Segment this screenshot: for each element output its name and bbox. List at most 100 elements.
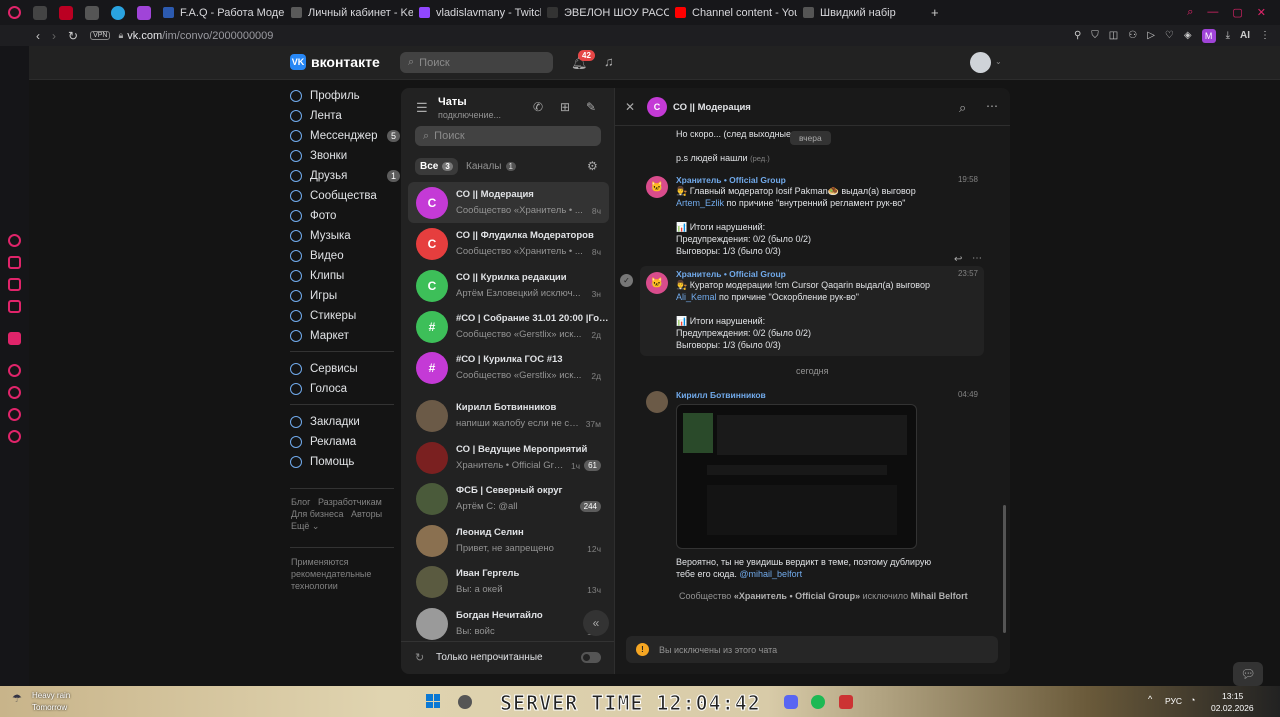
- weather-text[interactable]: Heavy rain: [32, 691, 70, 700]
- player-icon[interactable]: ▷: [1147, 30, 1155, 41]
- vk-extension-icon[interactable]: ◈: [1184, 30, 1192, 41]
- music-icon[interactable]: ♫: [604, 54, 614, 69]
- footer-dev[interactable]: Разработчикам: [318, 497, 382, 507]
- clock-date[interactable]: 02.02.2026: [1211, 703, 1254, 713]
- nav-item[interactable]: Маркет: [290, 326, 400, 346]
- screenshot-attachment[interactable]: [676, 404, 917, 549]
- pin-icon[interactable]: ⚲: [1074, 30, 1081, 41]
- snapshot-icon[interactable]: ◫: [1109, 30, 1118, 41]
- discord-icon[interactable]: [784, 695, 798, 709]
- nav-item[interactable]: Мессенджер 5: [290, 126, 400, 146]
- maximize-icon[interactable]: ▢: [1232, 6, 1242, 19]
- select-message-check-icon[interactable]: ✓: [620, 274, 633, 287]
- message-author[interactable]: Кирилл Ботвинников: [676, 390, 982, 400]
- nav-item[interactable]: Клипы: [290, 266, 400, 286]
- footer-blog[interactable]: Блог: [291, 497, 310, 507]
- nav-item[interactable]: Видео: [290, 246, 400, 266]
- heart-icon[interactable]: ♡: [1165, 30, 1174, 41]
- message-author[interactable]: Хранитель • Official Group: [676, 269, 982, 279]
- taskbar-app-icon[interactable]: [839, 695, 853, 709]
- aria-icon[interactable]: [8, 234, 21, 247]
- telegram-icon[interactable]: [111, 5, 125, 20]
- profile-avatar[interactable]: M: [1201, 28, 1216, 43]
- chat-list-item[interactable]: Богдан НечитайлоВы: войс15ч: [408, 603, 609, 644]
- chat-list-item[interactable]: С СО || Модерация Сообщество «Хранитель • …: [408, 182, 609, 223]
- vk-search-input[interactable]: ⌕ Поиск: [400, 52, 553, 73]
- user-avatar[interactable]: [970, 52, 991, 73]
- url-text[interactable]: vk.com/im/convo/2000000009: [127, 30, 273, 42]
- conversation-search-icon[interactable]: ⌕: [959, 100, 966, 116]
- message-more-icon[interactable]: ⋯: [972, 253, 982, 264]
- nav-item[interactable]: Профиль: [290, 86, 400, 106]
- search-icon[interactable]: ⌕: [1187, 6, 1193, 19]
- chat-list-item[interactable]: СО | Ведущие Мероприятий Хранитель • Offi…: [408, 437, 609, 478]
- tray-chevron-icon[interactable]: ^: [1148, 694, 1152, 704]
- nav-item[interactable]: Музыка: [290, 226, 400, 246]
- chats-settings-gear-icon[interactable]: ⚙: [587, 159, 598, 173]
- close-conversation-icon[interactable]: ✕: [625, 100, 635, 114]
- chat-list-item[interactable]: Иван Гергель Вы: а окей 13ч: [408, 561, 609, 602]
- windows-start-icon[interactable]: [426, 694, 440, 708]
- footer-authors[interactable]: Авторы: [351, 509, 382, 519]
- call-icon[interactable]: ✆: [533, 100, 543, 114]
- tab-icon-3[interactable]: [85, 5, 99, 20]
- chat-list-item[interactable]: С СО || Курилка редакции Артём Езловецкий …: [408, 265, 609, 306]
- menu-icon[interactable]: ⋮: [1260, 30, 1270, 41]
- chat-list-item[interactable]: Леонид Селин Привет, не запрещено 12ч: [408, 520, 609, 561]
- conversation-avatar[interactable]: С: [647, 97, 667, 117]
- tab-icon-2[interactable]: [59, 5, 73, 20]
- download-icon[interactable]: ⤓: [1226, 30, 1230, 41]
- chats-search-input[interactable]: ⌕ Поиск: [415, 126, 601, 146]
- conversation-title[interactable]: СО || Модерация: [673, 102, 751, 113]
- tab-icon-1[interactable]: [33, 5, 47, 20]
- chat-list-item[interactable]: ФСБ | Северный округ Артём С: @all 244: [408, 478, 609, 519]
- nav-item[interactable]: Звонки: [290, 146, 400, 166]
- browser-tab[interactable]: Личный кабинет - Keepe: [285, 0, 413, 25]
- vk-logo[interactable]: VK вконтакте: [290, 54, 380, 70]
- reply-icon[interactable]: ↩: [954, 254, 962, 265]
- conversation-more-icon[interactable]: ⋯: [986, 99, 998, 113]
- nav-item[interactable]: Фото: [290, 206, 400, 226]
- wifi-icon[interactable]: ◔: [1190, 695, 1195, 705]
- nav-item[interactable]: Игры: [290, 286, 400, 306]
- gx-icon[interactable]: [8, 278, 21, 291]
- spotify-icon[interactable]: [811, 695, 825, 709]
- chat-list-item[interactable]: С СО || Флудилка Модераторов Сообщество «Х…: [408, 223, 609, 264]
- user-menu-chevron-icon[interactable]: ⌄: [995, 57, 1002, 66]
- history-icon[interactable]: [8, 386, 21, 399]
- user-link[interactable]: Artem_Ezlik: [676, 198, 724, 208]
- extension-icon[interactable]: ⚇: [1128, 30, 1137, 41]
- browser-tab[interactable]: Швидкий набір: [797, 0, 925, 25]
- chat-list-item[interactable]: Кирилл Ботвинников напиши жалобу если не …: [408, 395, 609, 436]
- filter-all-tab[interactable]: Все 3: [415, 158, 458, 175]
- language-indicator[interactable]: РУС: [1165, 696, 1182, 706]
- new-tab-button[interactable]: +: [931, 5, 939, 20]
- messenger-icon[interactable]: [8, 300, 21, 313]
- browser-tab[interactable]: ЭВЕЛОН ШОУ РАССМЕШ: [541, 0, 669, 25]
- message-author[interactable]: Хранитель • Official Group: [676, 175, 982, 185]
- nav-item[interactable]: Закладки: [290, 412, 400, 432]
- compose-icon[interactable]: ✎: [586, 100, 596, 114]
- adblock-icon[interactable]: ⛉: [1091, 30, 1099, 41]
- footer-biz[interactable]: Для бизнеса: [291, 509, 344, 519]
- back-icon[interactable]: ‹: [36, 29, 40, 43]
- clock-time[interactable]: 13:15: [1222, 691, 1243, 701]
- browser-tab[interactable]: vladislavmany - Twitch: [413, 0, 541, 25]
- filter-channels-tab[interactable]: Каналы 1: [466, 158, 516, 175]
- nav-item[interactable]: Сообщества: [290, 186, 400, 206]
- chat-list-item[interactable]: # #СО | Курилка ГОС #13 Сообщество «Gerstl…: [408, 347, 609, 388]
- nav-item[interactable]: Друзья 1: [290, 166, 400, 186]
- forward-icon[interactable]: ›: [52, 29, 56, 43]
- footer-more[interactable]: Ещё: [291, 521, 309, 531]
- settings-side-icon[interactable]: [8, 430, 21, 443]
- taskbar-app-icon[interactable]: [458, 695, 472, 709]
- browser-tab[interactable]: Channel content - YouTub: [669, 0, 797, 25]
- sender-avatar[interactable]: 🐱: [646, 176, 668, 198]
- close-window-icon[interactable]: ✕: [1257, 6, 1266, 19]
- nav-item[interactable]: Голоса: [290, 379, 400, 399]
- messenger-tab-icon[interactable]: [137, 5, 151, 20]
- sender-avatar[interactable]: 🐱: [646, 272, 668, 294]
- nav-item[interactable]: Лента: [290, 106, 400, 126]
- minimize-icon[interactable]: —: [1207, 6, 1218, 19]
- nav-item[interactable]: Стикеры: [290, 306, 400, 326]
